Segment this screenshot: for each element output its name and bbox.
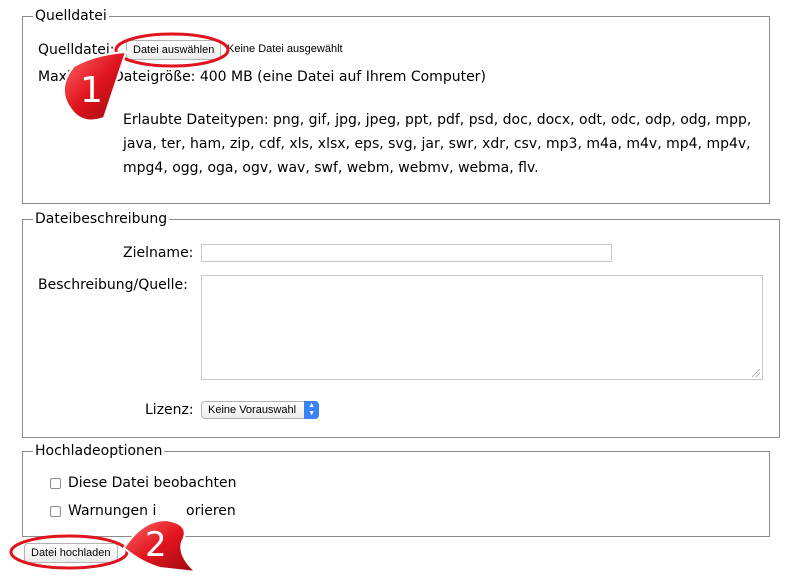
description-label: Beschreibung/Quelle: [38,277,188,293]
max-size-prefix: Maxim [38,69,85,85]
target-name-label: Zielname: [123,245,194,261]
source-legend: Quelldatei [33,6,109,26]
no-file-text: Keine Datei ausgewählt [227,43,343,55]
license-select[interactable]: Keine Vorauswahl ▲ ▼ [201,401,320,419]
watch-checkbox[interactable] [50,478,61,489]
description-legend: Dateibeschreibung [33,209,170,229]
resize-grip-icon[interactable] [752,369,760,377]
license-selected-value: Keine Vorauswahl [208,404,297,416]
target-name-input[interactable] [201,244,612,262]
ignore-warnings-label-prefix: Warnungen i [68,503,157,519]
upload-button[interactable]: Datei hochladen [24,543,118,563]
watch-label: Diese Datei beobachten [68,475,237,491]
select-arrows-icon: ▲ ▼ [304,401,320,419]
allowed-types-text: Erlaubte Dateitypen: png, gif, jpg, jpeg… [123,112,752,176]
options-legend: Hochladeoptionen [33,441,165,461]
ignore-warnings-checkbox[interactable] [50,506,61,517]
max-size-text: Dateigröße: 400 MB (eine Datei auf Ihrem… [113,69,486,85]
ignore-warnings-label-suffix: orieren [186,503,236,519]
choose-file-button[interactable]: Datei auswählen [126,40,222,60]
options-fieldset: Hochladeoptionen [22,441,770,537]
source-label: Quelldatei: [38,42,115,58]
description-textarea[interactable] [201,275,763,380]
license-label: Lizenz: [145,402,194,418]
